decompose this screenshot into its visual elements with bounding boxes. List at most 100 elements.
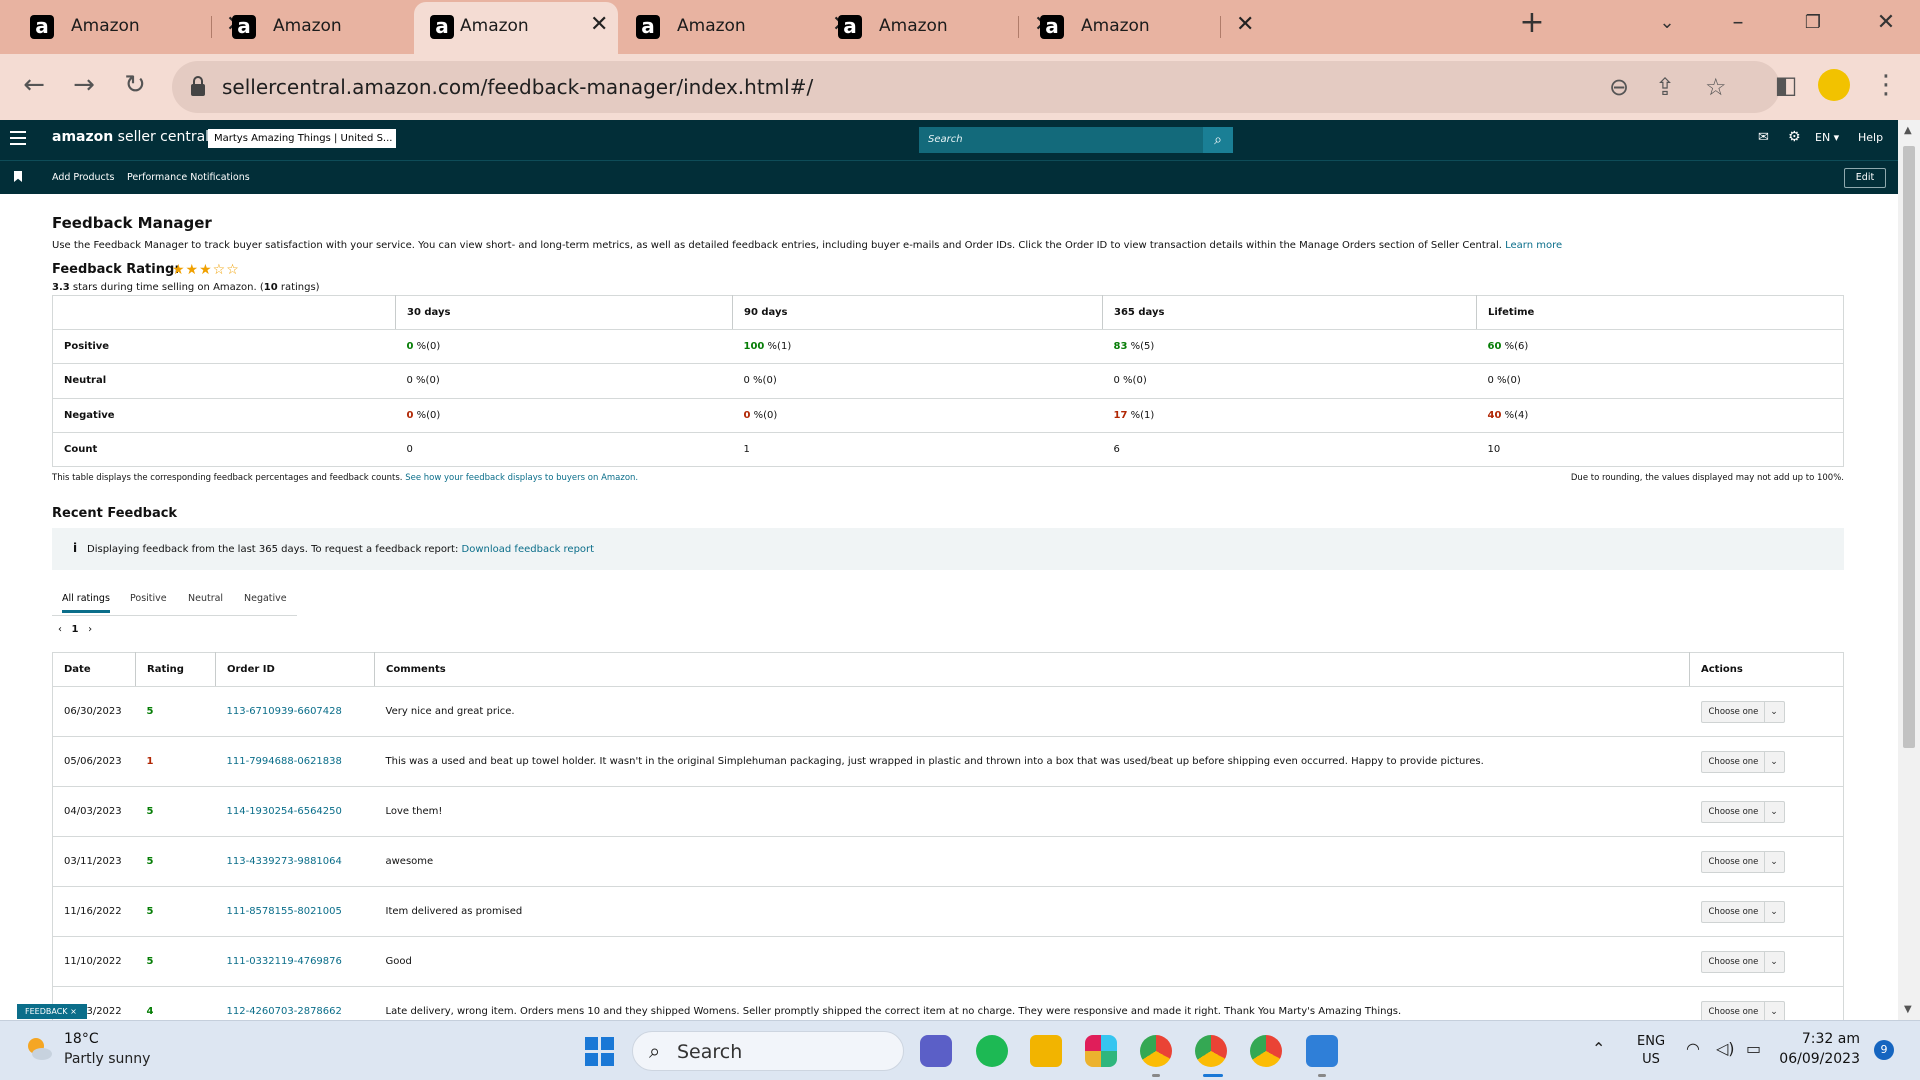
- metric-cell: 0 %(0): [395, 398, 733, 433]
- order-id-link[interactable]: 113-4339273-9881064: [215, 836, 375, 887]
- teams-icon[interactable]: [920, 1035, 952, 1067]
- bookmark-icon[interactable]: [14, 171, 22, 182]
- order-id-link[interactable]: 111-7994688-0621838: [215, 736, 375, 787]
- actions-cell: Choose one ⌄: [1689, 986, 1844, 1020]
- feedback-date: 03/11/2023: [52, 836, 136, 887]
- feedback-badge[interactable]: FEEDBACK ×: [17, 1004, 87, 1019]
- scroll-down-icon[interactable]: ▼: [1904, 1004, 1912, 1015]
- wifi-icon[interactable]: ◠: [1686, 1039, 1700, 1058]
- actions-dropdown[interactable]: Choose one ⌄: [1700, 1000, 1785, 1020]
- url-text[interactable]: sellercentral.amazon.com/feedback-manage…: [222, 75, 813, 99]
- zoom-icon[interactable]: ⊖: [1609, 72, 1629, 102]
- scroll-up-icon[interactable]: ▲: [1904, 125, 1912, 136]
- chrome-icon[interactable]: [1140, 1035, 1172, 1067]
- clock-time[interactable]: 7:32 am: [1780, 1031, 1860, 1047]
- download-report-link[interactable]: Download feedback report: [462, 544, 595, 555]
- weather-temperature[interactable]: 18°C: [64, 1031, 99, 1047]
- chrome-icon-2[interactable]: [1250, 1035, 1282, 1067]
- edit-button[interactable]: Edit: [1844, 168, 1886, 188]
- tab-all-ratings[interactable]: All ratings: [62, 593, 110, 613]
- close-icon[interactable]: ✕: [1236, 13, 1254, 37]
- language-selector[interactable]: EN ▾: [1815, 131, 1839, 144]
- rating-summary-text: stars during time selling on Amazon. (: [69, 282, 264, 293]
- actions-dropdown[interactable]: Choose one ⌄: [1700, 950, 1785, 973]
- col-comments: Comments: [374, 652, 1690, 687]
- clock-date[interactable]: 06/09/2023: [1760, 1051, 1860, 1067]
- order-id-link[interactable]: 111-8578155-8021005: [215, 886, 375, 937]
- order-id-link[interactable]: 114-1930254-6564250: [215, 786, 375, 837]
- browser-tab[interactable]: a Amazon ✕: [202, 0, 449, 54]
- order-id-link[interactable]: 113-6710939-6607428: [215, 686, 375, 737]
- seller-search-input[interactable]: Search: [919, 127, 1203, 153]
- metrics-row-label: Neutral: [52, 363, 396, 399]
- new-tab-plus-icon[interactable]: +: [1512, 8, 1552, 38]
- actions-dropdown[interactable]: Choose one ⌄: [1700, 850, 1785, 873]
- tab-title: Amazon: [71, 16, 140, 36]
- taskbar: 18°C Partly sunny ⌕ Search ⌃ ENG US ◠ ◁)…: [0, 1020, 1920, 1080]
- menu-kebab-icon[interactable]: ⋮: [1868, 68, 1904, 102]
- chevron-up-icon[interactable]: ⌃: [1592, 1039, 1605, 1058]
- metrics-note-text: This table displays the corresponding fe…: [52, 473, 403, 483]
- gear-icon[interactable]: ⚙: [1788, 129, 1801, 145]
- table-row: 11/16/2022 5 111-8578155-8021005 Item de…: [52, 886, 1844, 937]
- file-explorer-icon[interactable]: [1030, 1035, 1062, 1067]
- chrome-profile-icon[interactable]: [1195, 1035, 1227, 1067]
- tab-positive[interactable]: Positive: [130, 593, 167, 604]
- actions-dropdown[interactable]: Choose one ⌄: [1700, 900, 1785, 923]
- account-switcher[interactable]: Martys Amazing Things | United S...: [208, 129, 396, 148]
- feedback-comment: Item delivered as promised: [374, 886, 1690, 937]
- metric-value: 40: [1487, 409, 1502, 421]
- taskbar-search[interactable]: ⌕ Search: [632, 1031, 904, 1071]
- metric-count: %(0): [413, 409, 441, 421]
- next-page-chevron-icon[interactable]: ›: [88, 624, 92, 635]
- browser-tab-active[interactable]: a Amazon ✕: [414, 2, 618, 54]
- weather-condition[interactable]: Partly sunny: [64, 1051, 150, 1067]
- side-panel-icon[interactable]: ◧: [1768, 68, 1804, 102]
- minimize-icon[interactable]: –: [1718, 8, 1758, 38]
- actions-dropdown[interactable]: Choose one ⌄: [1700, 700, 1785, 723]
- battery-icon[interactable]: ▭: [1746, 1039, 1761, 1058]
- profile-avatar[interactable]: [1818, 69, 1850, 101]
- tab-negative[interactable]: Negative: [244, 593, 287, 604]
- learn-more-link[interactable]: Learn more: [1505, 240, 1562, 251]
- partly-sunny-icon[interactable]: [24, 1034, 54, 1064]
- reload-icon[interactable]: ↻: [117, 68, 153, 102]
- search-icon[interactable]: ⌕: [1203, 127, 1233, 153]
- tab-neutral[interactable]: Neutral: [188, 593, 223, 604]
- back-arrow-icon[interactable]: ←: [16, 68, 52, 102]
- input-language[interactable]: ENG US: [1637, 1033, 1665, 1069]
- lock-icon[interactable]: [190, 75, 206, 97]
- speaker-icon[interactable]: ◁): [1716, 1039, 1735, 1058]
- actions-dropdown[interactable]: Choose one ⌄: [1700, 750, 1785, 773]
- notepad-icon[interactable]: [1306, 1035, 1338, 1067]
- tab-search-chevron-icon[interactable]: ⌄: [1647, 8, 1687, 38]
- current-page[interactable]: 1: [72, 624, 79, 635]
- actions-dropdown[interactable]: Choose one ⌄: [1700, 800, 1785, 823]
- feedback-display-link[interactable]: See how your feedback displays to buyers…: [405, 473, 638, 483]
- nav-add-products[interactable]: Add Products: [52, 172, 114, 183]
- order-id-link[interactable]: 111-0332119-4769876: [215, 936, 375, 987]
- seller-central-logo[interactable]: amazon seller central: [52, 129, 209, 145]
- window-close-icon[interactable]: ✕: [1866, 8, 1906, 38]
- spotify-icon[interactable]: [976, 1035, 1008, 1067]
- forward-arrow-icon[interactable]: →: [66, 68, 102, 102]
- nav-performance-notifications[interactable]: Performance Notifications: [127, 172, 250, 183]
- bookmark-star-icon[interactable]: ☆: [1705, 72, 1727, 102]
- slack-icon[interactable]: [1085, 1035, 1117, 1067]
- notification-count-badge[interactable]: 9: [1874, 1040, 1894, 1060]
- help-link[interactable]: Help: [1858, 131, 1883, 144]
- windows-start-icon[interactable]: [585, 1037, 615, 1067]
- prev-page-chevron-icon[interactable]: ‹: [58, 624, 62, 635]
- logo-amazon: amazon: [52, 129, 114, 145]
- page-scrollbar[interactable]: ▲ ▼: [1898, 120, 1920, 1020]
- rounding-note: Due to rounding, the values displayed ma…: [1570, 473, 1844, 483]
- share-icon[interactable]: ⇪: [1655, 72, 1675, 102]
- browser-tab[interactable]: a Amazon ✕: [1010, 0, 1257, 54]
- restore-icon[interactable]: ❐: [1793, 8, 1833, 38]
- order-id-link[interactable]: 112-4260703-2878662: [215, 986, 375, 1020]
- mail-icon[interactable]: ✉: [1758, 130, 1769, 145]
- scroll-thumb[interactable]: [1903, 146, 1915, 748]
- hamburger-menu-icon[interactable]: [10, 131, 26, 145]
- metric-count: %(0): [749, 375, 777, 387]
- address-bar[interactable]: sellercentral.amazon.com/feedback-manage…: [172, 61, 1780, 113]
